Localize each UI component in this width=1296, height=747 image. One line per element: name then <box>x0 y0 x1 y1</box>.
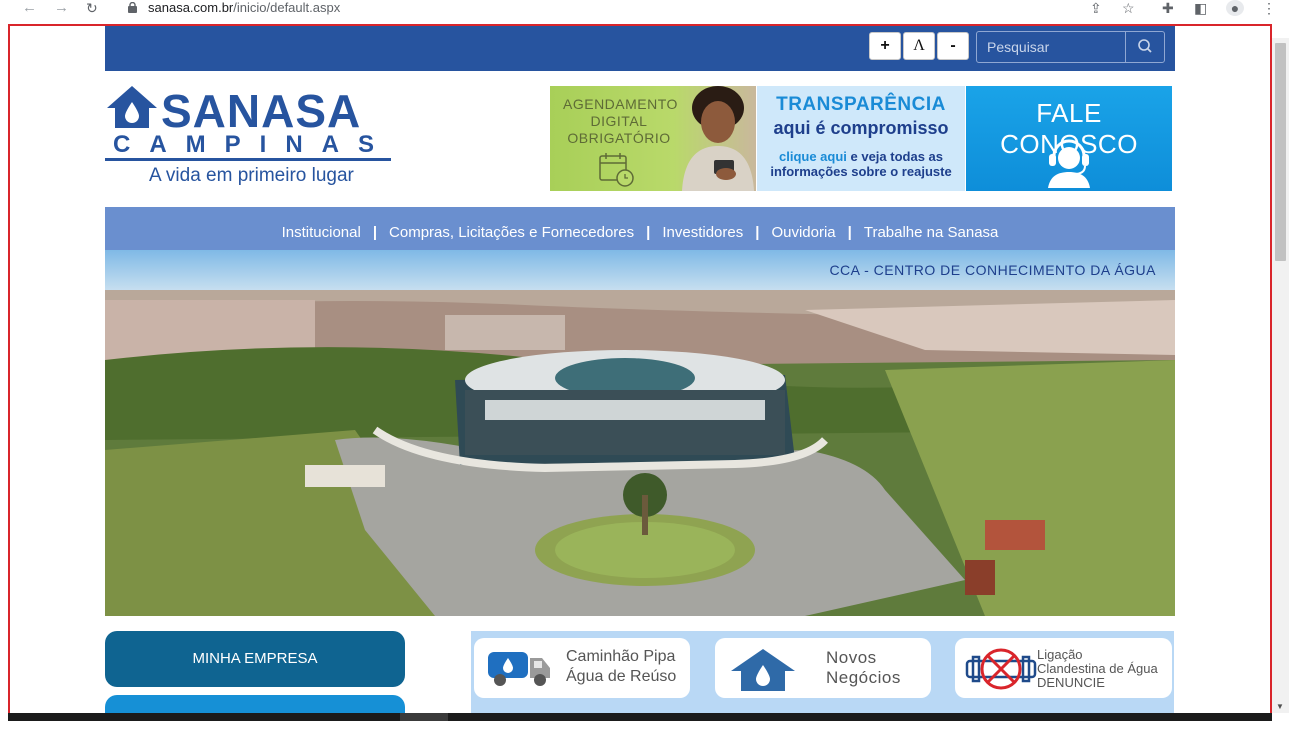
card-ligacao-line3: DENUNCIE <box>1037 675 1105 690</box>
banner-agendamento-line3: OBRIGATÓRIO <box>567 130 671 146</box>
menu-item-institucional[interactable]: Institucional <box>282 224 361 241</box>
scrollbar-thumb[interactable] <box>1275 43 1286 261</box>
url-path: /inicio/default.aspx <box>233 0 341 15</box>
logo-name: SANASA <box>161 85 362 137</box>
hero-banner[interactable]: CCA - CENTRO DE CONHECIMENTO DA ÁGUA <box>105 250 1175 616</box>
star-icon[interactable]: ☆ <box>1122 0 1135 16</box>
share-icon[interactable]: ⇪ <box>1090 0 1102 16</box>
banner-transparencia-subtitle: aqui é compromisso <box>773 118 949 138</box>
reload-icon[interactable]: ↻ <box>86 0 98 16</box>
card-novos-line2: Negócios <box>826 668 901 687</box>
banner-transparencia-rest1: e veja todas as <box>846 149 944 164</box>
card-ligacao-text: Ligação Clandestina de Água DENUNCIE <box>1037 648 1158 690</box>
os-taskbar <box>8 713 1272 721</box>
search-icon <box>1138 39 1152 53</box>
page-viewport: + Λ - SANASA CAMPINAS A vida em primeiro… <box>8 24 1272 721</box>
top-bar: + Λ - <box>105 26 1175 71</box>
menu-item-ouvidoria[interactable]: Ouvidoria <box>771 224 835 241</box>
card-caminhao-pipa[interactable]: Caminhão Pipa Água de Reúso <box>474 638 690 698</box>
minha-empresa-button[interactable]: MINHA EMPRESA <box>105 631 405 687</box>
menu-separator: | <box>372 224 378 241</box>
card-caminhao-text: Caminhão Pipa Água de Reúso <box>566 647 676 687</box>
banner-agendamento-text: AGENDAMENTO DIGITAL OBRIGATÓRIO <box>563 96 678 147</box>
calendar-clock-icon <box>599 153 634 187</box>
card-caminhao-line1: Caminhão Pipa <box>566 648 676 665</box>
main-menu: Institucional | Compras, Licitações e Forn… <box>105 207 1175 250</box>
sanasa-logo[interactable]: SANASA CAMPINAS A vida em primeiro lugar <box>105 84 395 189</box>
taskbar-segment[interactable] <box>400 713 448 721</box>
water-truck-icon <box>488 652 550 686</box>
lock-icon <box>128 2 137 13</box>
card-novos-negocios[interactable]: Novos Negócios <box>715 638 931 698</box>
menu-separator: | <box>646 224 651 241</box>
forward-icon[interactable]: → <box>54 0 69 16</box>
url-domain: sanasa.com.br <box>148 0 234 15</box>
card-ligacao-line1: Ligação <box>1037 647 1083 662</box>
card-novos-line1: Novos <box>826 648 877 667</box>
search-button[interactable] <box>1125 31 1165 63</box>
banner-transparencia-text: clique aqui e veja todas as informações … <box>757 149 965 179</box>
profile-icon[interactable]: ● <box>1226 0 1244 16</box>
logo-rule <box>105 158 391 161</box>
card-novos-text: Novos Negócios <box>826 648 901 688</box>
hero-caption: CCA - CENTRO DE CONHECIMENTO DA ÁGUA <box>829 262 1156 278</box>
banner-transparencia-rest2: informações sobre o reajuste <box>770 164 952 179</box>
extensions-icon[interactable]: ✚ <box>1162 0 1174 16</box>
headset-agent-icon <box>1048 139 1090 188</box>
hero-aerial-image <box>105 250 1175 616</box>
menu-separator: | <box>847 224 852 241</box>
font-decrease-button[interactable]: - <box>937 32 969 60</box>
card-caminhao-line2: Água de Reúso <box>566 668 677 685</box>
page-scrollbar[interactable]: ▼ <box>1272 38 1289 713</box>
menu-separator: | <box>755 224 760 241</box>
logo-tagline: A vida em primeiro lugar <box>149 165 354 186</box>
banner-agendamento[interactable]: AGENDAMENTO DIGITAL OBRIGATÓRIO <box>550 86 756 191</box>
font-increase-button[interactable]: + <box>869 32 901 60</box>
scroll-down-icon[interactable]: ▼ <box>1276 702 1284 711</box>
menu-item-compras[interactable]: Compras, Licitações e Fornecedores <box>389 224 634 241</box>
banner-transparencia-link[interactable]: clique aqui <box>779 149 847 164</box>
banner-agendamento-line1: AGENDAMENTO <box>563 96 678 112</box>
logo-city: CAMPINAS <box>113 131 394 158</box>
banner-fale-conosco[interactable]: FALE CONOSCO <box>966 86 1172 191</box>
font-normal-button[interactable]: Λ <box>903 32 935 60</box>
browser-toolbar: ← → ↻ sanasa.com.br/inicio/default.aspx … <box>0 0 1296 20</box>
sidepanel-icon[interactable]: ◧ <box>1194 0 1207 16</box>
search-input[interactable] <box>976 31 1126 63</box>
banner-agendamento-line2: DIGITAL <box>590 113 648 129</box>
address-bar[interactable]: sanasa.com.br/inicio/default.aspx <box>148 0 340 16</box>
menu-item-investidores[interactable]: Investidores <box>662 224 743 241</box>
menu-item-trabalhe[interactable]: Trabalhe na Sanasa <box>864 224 999 241</box>
card-ligacao-clandestina[interactable]: Ligação Clandestina de Água DENUNCIE <box>955 638 1172 698</box>
woman-phone-image <box>682 86 754 191</box>
menu-kebab-icon[interactable]: ⋮ <box>1262 0 1276 16</box>
banner-transparencia-title: TRANSPARÊNCIA <box>776 94 946 115</box>
house-drop-icon <box>731 649 795 691</box>
banner-transparencia[interactable]: TRANSPARÊNCIA aqui é compromisso clique … <box>757 86 965 191</box>
back-icon[interactable]: ← <box>22 0 37 16</box>
house-logo-icon <box>107 86 157 128</box>
service-cards: Caminhão Pipa Água de Reúso Novos Negóci… <box>471 631 1174 721</box>
pipe-prohibited-icon <box>965 648 1037 690</box>
card-ligacao-line2: Clandestina de Água <box>1037 661 1158 676</box>
